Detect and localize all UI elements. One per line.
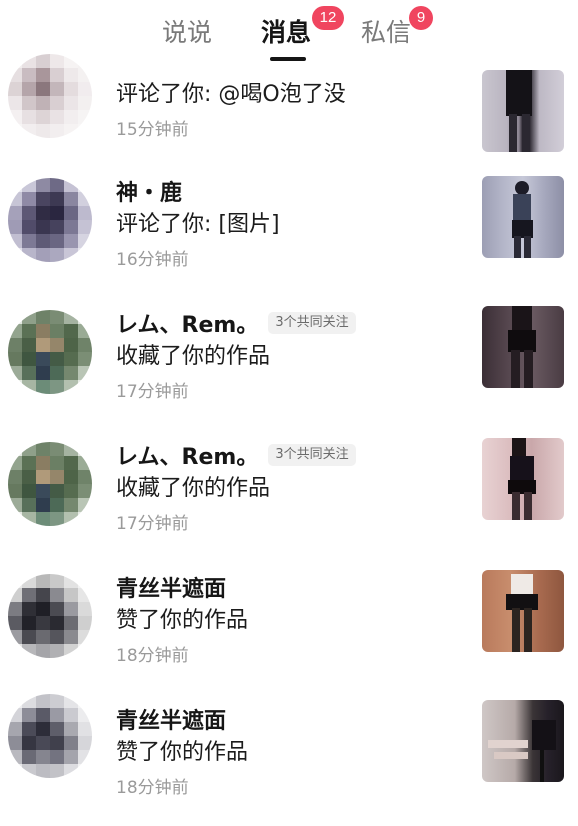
thumbnail-image	[508, 438, 536, 520]
thumbnail-image	[512, 181, 533, 258]
notification-user: レム、Rem。 3个共同关注	[116, 308, 356, 338]
notification-user: 青丝半遮面	[116, 704, 226, 734]
thumbnail-image	[508, 306, 536, 388]
notification-user: 青丝半遮面	[116, 572, 226, 602]
username[interactable]: レム、Rem。	[116, 307, 258, 339]
work-thumbnail[interactable]	[482, 70, 564, 152]
tab-shuoshuo[interactable]: 说说	[162, 16, 212, 50]
notification-time: 18分钟前	[116, 778, 189, 798]
avatar[interactable]	[8, 574, 92, 658]
username[interactable]: レム、Rem。	[116, 439, 258, 471]
notification-user: レム、Rem。 3个共同关注	[116, 440, 356, 470]
messages-unread-badge: 12	[312, 6, 344, 30]
notification-row[interactable]: 青丝半遮面 赞了你的作品 18分钟前	[0, 562, 578, 694]
work-thumbnail[interactable]	[482, 570, 564, 652]
notification-time: 17分钟前	[116, 514, 189, 534]
notification-row[interactable]: レム、Rem。 3个共同关注 收藏了你的作品 17分钟前	[0, 298, 578, 430]
notification-action: 收藏了你的作品	[116, 476, 271, 501]
top-tab-bar: 说说 消息 12 私信 9	[0, 0, 578, 64]
username[interactable]: 神・鹿	[116, 175, 182, 207]
notification-row[interactable]: 青丝半遮面 赞了你的作品 18分钟前	[0, 694, 578, 826]
tab-private-messages[interactable]: 私信	[361, 16, 411, 50]
username[interactable]: 青丝半遮面	[116, 571, 226, 603]
notification-action: 赞了你的作品	[116, 740, 249, 765]
avatar[interactable]	[8, 54, 92, 138]
notification-time: 17分钟前	[116, 382, 189, 402]
notification-action: 收藏了你的作品	[116, 344, 271, 369]
avatar[interactable]	[8, 442, 92, 526]
notification-action: 评论了你: @喝O泡了没	[116, 82, 346, 107]
mutual-follow-tag: 3个共同关注	[268, 312, 356, 334]
username[interactable]: 青丝半遮面	[116, 703, 226, 735]
tab-messages[interactable]: 消息	[261, 16, 311, 50]
avatar[interactable]	[8, 310, 92, 394]
work-thumbnail[interactable]	[482, 176, 564, 258]
notification-time: 18分钟前	[116, 646, 189, 666]
work-thumbnail[interactable]	[482, 306, 564, 388]
notification-row[interactable]: レム、Rem。 3个共同关注 收藏了你的作品 17分钟前	[0, 430, 578, 562]
avatar[interactable]	[8, 178, 92, 262]
notification-user: 神・鹿	[116, 176, 182, 206]
notification-time: 16分钟前	[116, 250, 189, 270]
work-thumbnail[interactable]	[482, 700, 564, 782]
work-thumbnail[interactable]	[482, 438, 564, 520]
thumbnail-image	[506, 70, 532, 152]
notification-action: 评论了你: [图片]	[116, 212, 280, 237]
avatar[interactable]	[8, 694, 92, 778]
private-messages-unread-badge: 9	[409, 6, 433, 30]
notification-time: 15分钟前	[116, 120, 189, 140]
thumbnail-image	[488, 720, 556, 782]
mutual-follow-tag: 3个共同关注	[268, 444, 356, 466]
notification-action: 赞了你的作品	[116, 608, 249, 633]
notification-row[interactable]: 神・鹿 评论了你: [图片] 16分钟前	[0, 166, 578, 298]
thumbnail-image	[506, 574, 538, 652]
